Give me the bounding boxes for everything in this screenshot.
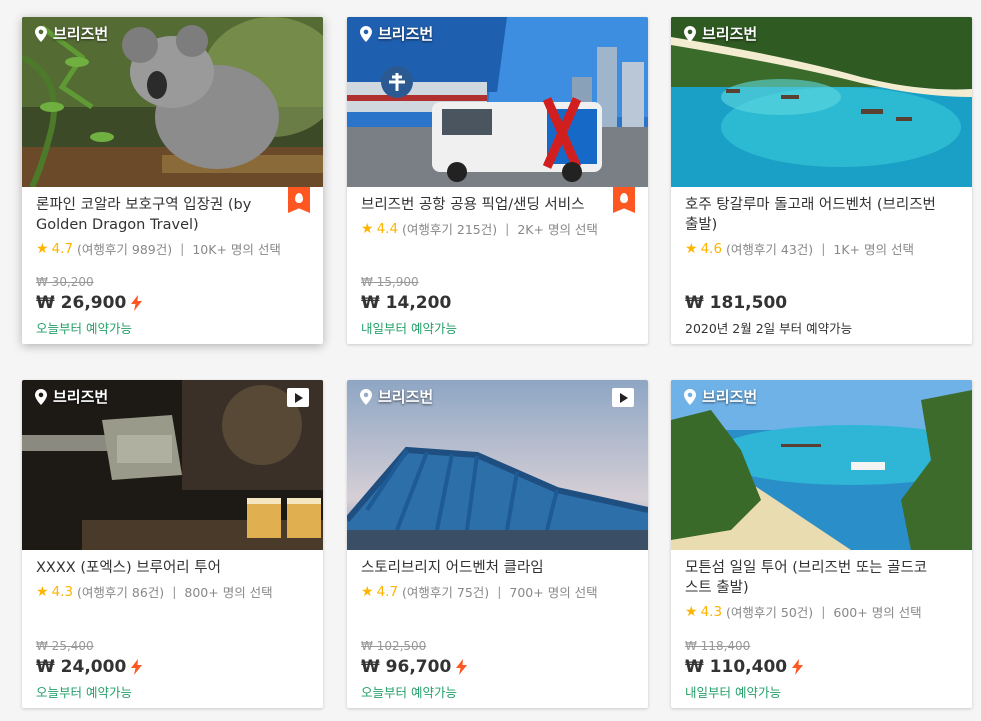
rating-value: 4.7 <box>376 583 399 600</box>
card-meta: ★ 4.4 (여행후기 215건) | 2K+ 명의 선택 <box>361 219 634 238</box>
price: ₩ 110,400 <box>685 657 788 677</box>
activity-card-story-bridge[interactable]: 브리즈번 스토리브리지 어드벤처 클라임 ★ 4.7 (여행후기 75건) | … <box>347 380 648 708</box>
location-pin-icon <box>35 25 47 42</box>
price: ₩ 24,000 <box>36 657 127 677</box>
card-title[interactable]: XXXX (포엑스) 브루어리 투어 <box>36 558 309 578</box>
price: ₩ 96,700 <box>361 657 452 677</box>
review-count: (여행후기 43건) <box>726 242 814 257</box>
chosen-count: 800+ 명의 선택 <box>184 585 273 600</box>
instant-confirm-icon <box>131 659 143 675</box>
card-photo-moreton-island[interactable]: 브리즈번 <box>671 380 972 550</box>
location-text: 브리즈번 <box>53 25 109 43</box>
availability-text: 내일부터 예약가능 <box>361 321 457 336</box>
original-price: ₩ 118,400 <box>685 639 751 653</box>
card-photo-story-bridge[interactable]: 브리즈번 <box>347 380 648 550</box>
price: ₩ 181,500 <box>685 293 788 313</box>
original-price: ₩ 25,400 <box>36 639 94 653</box>
availability-text: 오늘부터 예약가능 <box>361 685 457 700</box>
availability-text: 내일부터 예약가능 <box>685 685 781 700</box>
card-photo-koala[interactable]: 브리즈번 <box>22 17 323 187</box>
card-title[interactable]: 론파인 코알라 보호구역 입장권 (by Golden Dragon Trave… <box>36 195 309 235</box>
availability-text: 2020년 2월 2일 부터 예약가능 <box>685 321 853 336</box>
star-icon: ★ <box>36 583 49 600</box>
star-icon: ★ <box>685 603 698 620</box>
rating-value: 4.3 <box>51 583 74 600</box>
card-title[interactable]: 스토리브리지 어드벤처 클라임 <box>361 558 634 578</box>
instant-confirm-icon <box>792 659 804 675</box>
card-title[interactable]: 브리즈번 공항 공용 픽업/샌딩 서비스 <box>361 195 634 215</box>
chosen-count: 700+ 명의 선택 <box>509 585 598 600</box>
star-icon: ★ <box>685 240 698 257</box>
original-price <box>685 275 958 291</box>
meta-separator: | <box>172 584 177 599</box>
location-text: 브리즈번 <box>378 25 434 43</box>
rating-value: 4.3 <box>700 603 723 620</box>
card-meta: ★ 4.6 (여행후기 43건) | 1K+ 명의 선택 <box>685 239 958 258</box>
rating-value: 4.7 <box>51 240 74 257</box>
location-pin-icon <box>684 25 696 42</box>
location-text: 브리즈번 <box>53 388 109 406</box>
instant-confirm-icon <box>456 659 468 675</box>
play-icon[interactable] <box>287 388 309 407</box>
instant-confirm-icon <box>131 295 143 311</box>
star-icon: ★ <box>361 583 374 600</box>
card-title[interactable]: 모튼섬 일일 투어 (브리즈번 또는 골드코스트 출발) <box>685 558 958 598</box>
card-meta: ★ 4.3 (여행후기 50건) | 600+ 명의 선택 <box>685 602 958 621</box>
location-label: 브리즈번 <box>684 386 757 407</box>
location-pin-icon <box>684 388 696 405</box>
card-photo-brewery[interactable]: 브리즈번 <box>22 380 323 550</box>
location-text: 브리즈번 <box>702 388 758 406</box>
activity-card-brewery[interactable]: 브리즈번 XXXX (포엑스) 브루어리 투어 ★ 4.3 (여행후기 86건)… <box>22 380 323 708</box>
availability-text: 오늘부터 예약가능 <box>36 321 132 336</box>
review-count: (여행후기 50건) <box>726 605 814 620</box>
original-price: ₩ 30,200 <box>36 275 94 289</box>
activity-card-moreton-island[interactable]: 브리즈번 모튼섬 일일 투어 (브리즈번 또는 골드코스트 출발) ★ 4.3 … <box>671 380 972 708</box>
location-pin-icon <box>35 388 47 405</box>
original-price: ₩ 102,500 <box>361 639 427 653</box>
card-meta: ★ 4.3 (여행후기 86건) | 800+ 명의 선택 <box>36 582 309 601</box>
location-text: 브리즈번 <box>378 388 434 406</box>
activity-card-airport-transfer[interactable]: 브리즈번 브리즈번 공항 공용 픽업/샌딩 서비스 ★ 4.4 (여행후기 21… <box>347 17 648 344</box>
activity-card-koala[interactable]: 브리즈번 론파인 코알라 보호구역 입장권 (by Golden Dragon … <box>22 17 323 344</box>
rating-value: 4.6 <box>700 240 723 257</box>
chosen-count: 1K+ 명의 선택 <box>833 242 914 257</box>
review-count: (여행후기 75건) <box>402 585 490 600</box>
card-photo-tangalooma[interactable]: 브리즈번 <box>671 17 972 187</box>
card-meta: ★ 4.7 (여행후기 989건) | 10K+ 명의 선택 <box>36 239 309 258</box>
original-price: ₩ 15,900 <box>361 275 419 289</box>
review-count: (여행후기 215건) <box>402 222 498 237</box>
location-label: 브리즈번 <box>360 23 433 44</box>
meta-separator: | <box>821 604 826 619</box>
star-icon: ★ <box>361 220 374 237</box>
play-icon[interactable] <box>612 388 634 407</box>
location-pin-icon <box>360 388 372 405</box>
chosen-count: 10K+ 명의 선택 <box>192 242 281 257</box>
location-label: 브리즈번 <box>35 386 108 407</box>
price: ₩ 14,200 <box>361 293 452 313</box>
meta-separator: | <box>821 241 826 256</box>
meta-separator: | <box>497 584 502 599</box>
review-count: (여행후기 989건) <box>77 242 173 257</box>
location-pin-icon <box>360 25 372 42</box>
location-label: 브리즈번 <box>684 23 757 44</box>
location-text: 브리즈번 <box>702 25 758 43</box>
activity-card-tangalooma[interactable]: 브리즈번 호주 탕갈루마 돌고래 어드벤처 (브리즈번 출발) ★ 4.6 (여… <box>671 17 972 344</box>
meta-separator: | <box>505 221 510 236</box>
card-photo-airport[interactable]: 브리즈번 <box>347 17 648 187</box>
card-meta: ★ 4.7 (여행후기 75건) | 700+ 명의 선택 <box>361 582 634 601</box>
review-count: (여행후기 86건) <box>77 585 165 600</box>
rating-value: 4.4 <box>376 220 399 237</box>
chosen-count: 600+ 명의 선택 <box>833 605 922 620</box>
meta-separator: | <box>180 241 185 256</box>
card-title[interactable]: 호주 탕갈루마 돌고래 어드벤처 (브리즈번 출발) <box>685 195 958 235</box>
location-label: 브리즈번 <box>35 23 108 44</box>
availability-text: 오늘부터 예약가능 <box>36 685 132 700</box>
star-icon: ★ <box>36 240 49 257</box>
chosen-count: 2K+ 명의 선택 <box>517 222 598 237</box>
location-label: 브리즈번 <box>360 386 433 407</box>
price: ₩ 26,900 <box>36 293 127 313</box>
